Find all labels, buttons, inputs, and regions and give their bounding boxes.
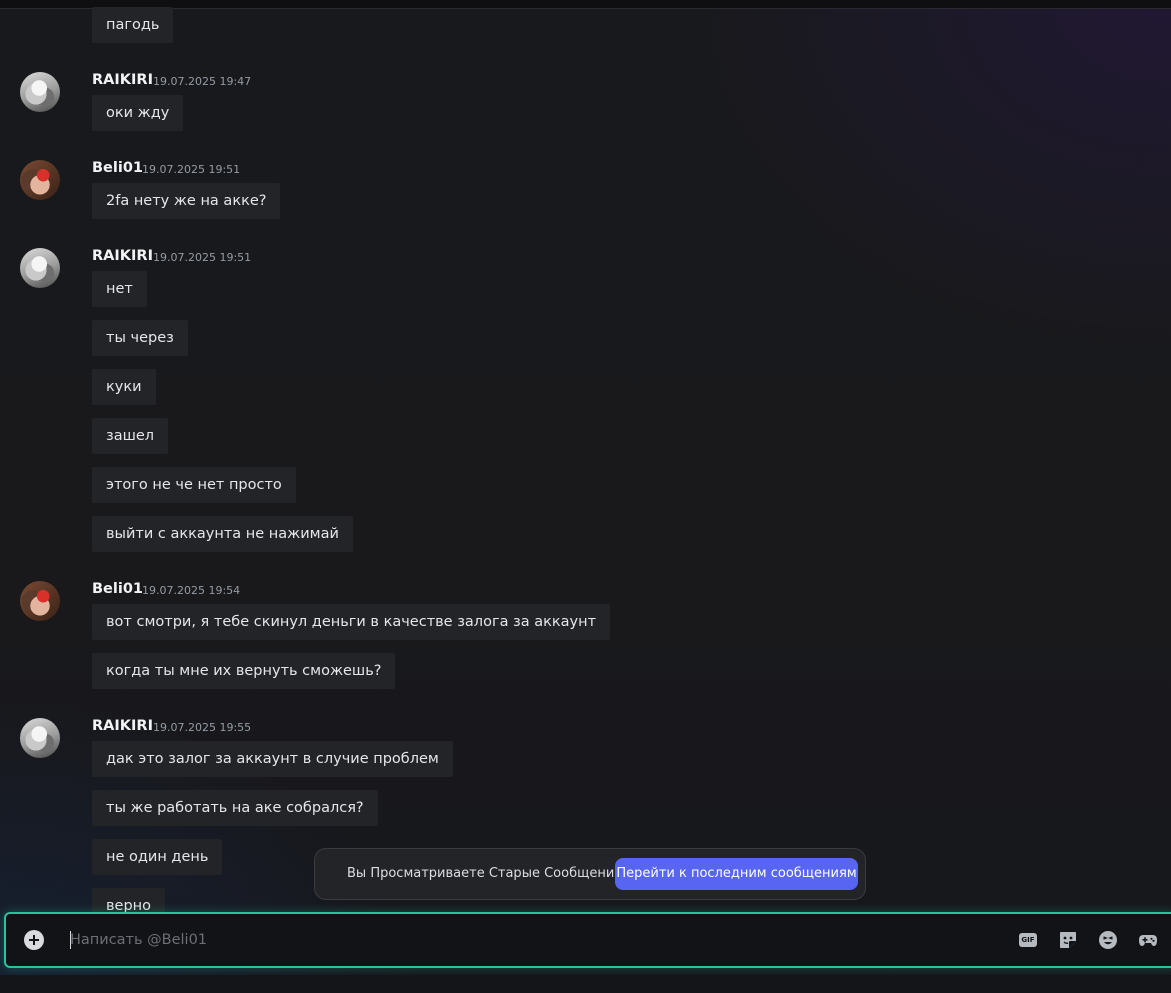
old-messages-bar: Вы Просматриваете Старые Сообщения Перей… bbox=[314, 848, 866, 900]
author-name[interactable]: RAIKIRI bbox=[92, 72, 153, 88]
message-line: куки bbox=[92, 369, 156, 405]
message-timestamp: 19.07.2025 19:54 bbox=[142, 584, 241, 597]
message-line: когда ты мне их вернуть сможешь? bbox=[92, 653, 396, 689]
emoji-icon[interactable] bbox=[1098, 930, 1118, 950]
author-name[interactable]: Beli01 bbox=[92, 581, 143, 597]
bottom-strip bbox=[0, 975, 1171, 993]
message-timestamp: 19.07.2025 19:51 bbox=[142, 163, 241, 176]
dm-chat-window: пагодь RAIKIRI 19.07.2025 19:47 оки жду … bbox=[0, 0, 1171, 993]
message-timestamp: 19.07.2025 19:55 bbox=[153, 721, 252, 734]
message-input[interactable] bbox=[70, 922, 970, 958]
jump-to-present-button[interactable]: Перейти к последним сообщениям bbox=[615, 858, 858, 890]
avatar[interactable] bbox=[20, 160, 60, 200]
avatar[interactable] bbox=[20, 718, 60, 758]
gif-icon[interactable]: GIF bbox=[1018, 930, 1038, 950]
author-name[interactable]: RAIKIRI bbox=[92, 248, 153, 264]
avatar[interactable] bbox=[20, 248, 60, 288]
plus-circle-icon[interactable] bbox=[24, 930, 44, 950]
message-line: этого не че нет просто bbox=[92, 467, 296, 503]
message-timestamp: 19.07.2025 19:51 bbox=[153, 251, 252, 264]
sticker-icon[interactable] bbox=[1058, 930, 1078, 950]
old-messages-text: Вы Просматриваете Старые Сообщения bbox=[347, 866, 623, 881]
message-line: вот смотри, я тебе скинул деньги в качес… bbox=[92, 604, 611, 640]
message-line: не один день bbox=[92, 839, 223, 875]
top-bar bbox=[0, 0, 1171, 9]
author-name[interactable]: Beli01 bbox=[92, 160, 143, 176]
message-line: 2fa нету же на акке? bbox=[92, 183, 281, 219]
message-line: оки жду bbox=[92, 95, 184, 131]
message-line: зашел bbox=[92, 418, 169, 454]
message-line: выйти с аккаунта не нажимай bbox=[92, 516, 353, 552]
message-line: пагодь bbox=[92, 7, 174, 43]
message-timestamp: 19.07.2025 19:47 bbox=[153, 75, 252, 88]
gif-label: GIF bbox=[1019, 933, 1037, 947]
message-line: нет bbox=[92, 271, 147, 307]
message-line: ты же работать на аке собрался? bbox=[92, 790, 378, 826]
avatar[interactable] bbox=[20, 581, 60, 621]
gamepad-icon[interactable] bbox=[1138, 930, 1158, 950]
message-composer: GIF bbox=[4, 912, 1171, 968]
message-line: ты через bbox=[92, 320, 188, 356]
author-name[interactable]: RAIKIRI bbox=[92, 718, 153, 734]
avatar[interactable] bbox=[20, 72, 60, 112]
message-line: дак это залог за аккаунт в случие пробле… bbox=[92, 741, 453, 777]
